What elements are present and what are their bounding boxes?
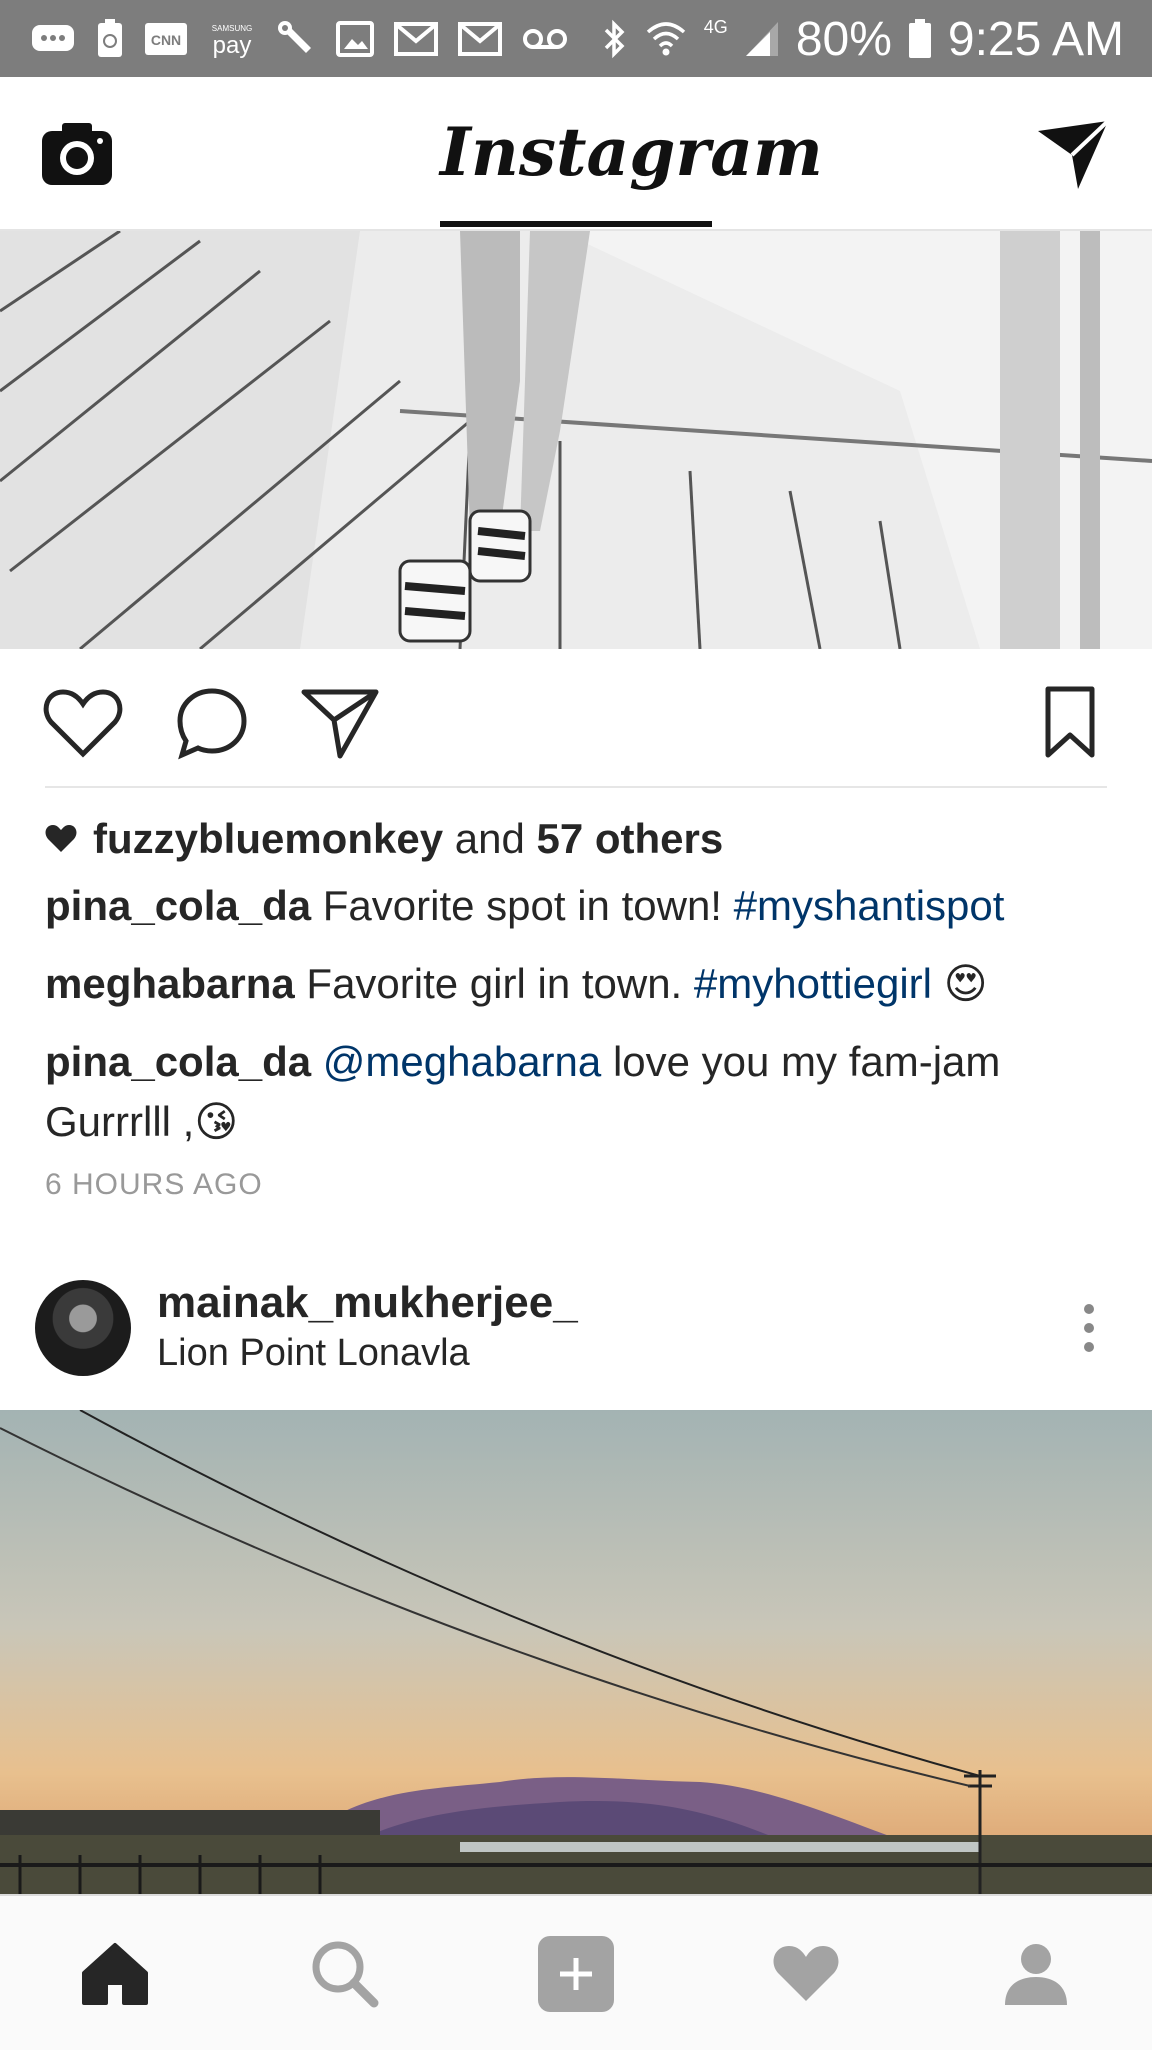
likes-summary: fuzzybluemonkey and 57 others <box>45 815 723 863</box>
comment-button[interactable] <box>172 683 252 763</box>
comment-username[interactable]: pina_cola_da <box>45 1038 311 1085</box>
more-options-button[interactable] <box>1064 1298 1114 1358</box>
home-icon <box>82 1943 148 2005</box>
nav-search[interactable] <box>305 1934 385 2014</box>
comment-item: pina_cola_da @meghabarna love you my fam… <box>45 1032 1115 1152</box>
kiss-emoji: 😘 <box>194 1098 239 1145</box>
heart-eyes-emoji: 😍 <box>943 960 988 1007</box>
comment-text: Favorite girl in town. <box>306 960 683 1007</box>
clock: 9:25 AM <box>947 12 1124 66</box>
instagram-logo: Instagram <box>440 113 823 191</box>
search-icon <box>312 1941 379 2008</box>
svg-text:pay: pay <box>213 32 252 59</box>
bottom-navigation <box>0 1894 1152 2050</box>
divider <box>45 786 1107 788</box>
nav-add[interactable] <box>536 1934 616 2014</box>
caption-hashtag[interactable]: #myshantispot <box>734 882 1005 929</box>
battery-icon <box>908 17 932 61</box>
dot-icon <box>1084 1304 1094 1314</box>
camera-button[interactable] <box>40 117 114 191</box>
nav-activity[interactable] <box>766 1934 846 2014</box>
share-button[interactable] <box>300 683 380 763</box>
save-button[interactable] <box>1030 683 1110 763</box>
system-icons: 4G 80% 9:25 AM <box>602 10 1124 68</box>
bookmark-icon <box>1045 686 1095 758</box>
likes-others[interactable]: 57 others <box>537 815 724 862</box>
post-photo[interactable] <box>0 1410 1152 1894</box>
comment-hashtag[interactable]: #myhottiegirl <box>694 960 932 1007</box>
post-username[interactable]: mainak_mukherjee_ <box>157 1278 578 1328</box>
gmail-icon <box>458 17 502 61</box>
wrench-icon <box>276 17 316 61</box>
landscape-photo <box>0 1410 1152 1894</box>
comment-item: meghabarna Favorite girl in town. #myhot… <box>45 954 1115 1014</box>
avatar[interactable] <box>35 1280 131 1376</box>
signal-icon <box>744 17 780 61</box>
nav-profile[interactable] <box>996 1934 1076 2014</box>
send-icon <box>1038 119 1110 189</box>
notification-icons: CNN SAMSUNG pay <box>30 14 568 64</box>
dot-icon <box>1084 1342 1094 1352</box>
camera-icon <box>42 123 112 185</box>
app-header: Instagram <box>0 77 1152 231</box>
svg-text:CNN: CNN <box>151 32 181 48</box>
add-icon <box>538 1936 614 2012</box>
small-heart-icon <box>45 825 77 852</box>
caption: pina_cola_da Favorite spot in town! #mys… <box>45 876 1115 936</box>
comment-username[interactable]: meghabarna <box>45 960 295 1007</box>
deck-photo <box>0 231 1152 649</box>
bluetooth-icon <box>602 17 628 61</box>
status-bar: CNN SAMSUNG pay 4G 80% 9:25 AM <box>0 0 1152 77</box>
likes-connector: and <box>454 815 525 862</box>
recycle-icon <box>96 17 124 61</box>
comment-icon <box>177 688 247 760</box>
battery-percent: 80% <box>795 12 892 66</box>
liker-username[interactable]: fuzzybluemonkey <box>93 815 443 862</box>
network-type: 4G <box>703 17 728 37</box>
post-header: mainak_mukherjee_ Lion Point Lonavla <box>0 1270 1152 1410</box>
share-icon <box>301 689 379 759</box>
post-timestamp: 6 HOURS AGO <box>45 1168 263 1201</box>
post-location[interactable]: Lion Point Lonavla <box>157 1332 470 1375</box>
image-icon <box>336 17 374 61</box>
tab-indicator <box>440 221 712 227</box>
post-actions <box>0 649 1152 787</box>
comment-mention[interactable]: @meghabarna <box>323 1038 601 1085</box>
samsung-pay-icon: SAMSUNG pay <box>208 17 256 61</box>
direct-message-button[interactable] <box>1034 115 1112 193</box>
wifi-icon <box>644 17 688 61</box>
heart-icon <box>43 689 123 758</box>
post-photo[interactable] <box>0 231 1152 649</box>
activity-icon <box>773 1946 839 2001</box>
nav-home[interactable] <box>75 1934 155 2014</box>
caption-text: Favorite spot in town! <box>322 882 722 929</box>
dot-icon <box>1084 1323 1094 1333</box>
chat-icon <box>30 17 76 61</box>
like-button[interactable] <box>43 683 123 763</box>
cnn-icon: CNN <box>144 17 188 61</box>
profile-icon <box>1005 1944 1067 2005</box>
gmail-icon <box>394 17 438 61</box>
caption-username[interactable]: pina_cola_da <box>45 882 311 929</box>
voicemail-icon <box>522 17 568 61</box>
